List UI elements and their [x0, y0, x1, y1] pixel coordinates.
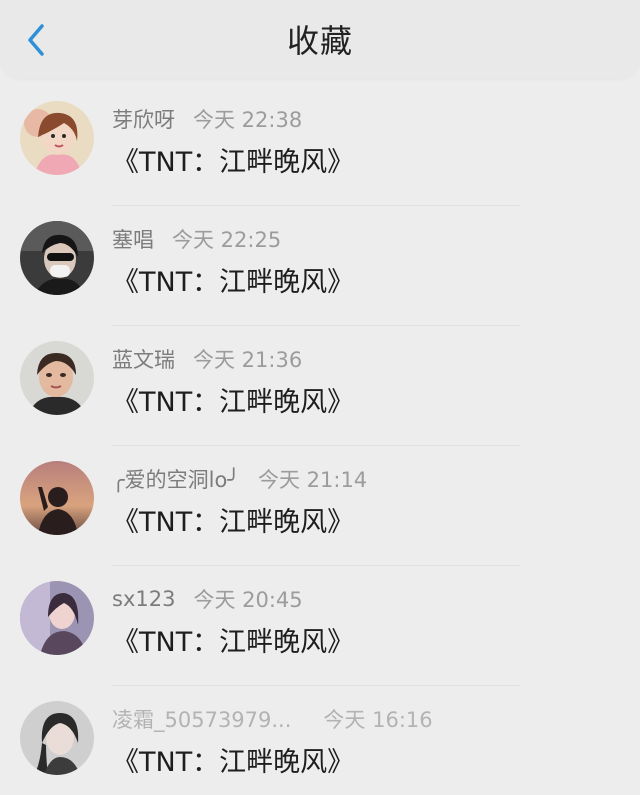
user-name[interactable]: 芽欣呀: [112, 104, 175, 134]
timestamp: 今天 22:38: [193, 108, 303, 132]
list-item[interactable]: 芽欣呀 今天 22:38 《TNT：江畔晚风》: [0, 86, 640, 206]
avatar[interactable]: [20, 341, 94, 415]
timestamp: 今天 21:36: [193, 348, 303, 372]
item-meta: ╭爱的空洞lo╯ 今天 21:14: [112, 464, 367, 494]
avatar[interactable]: [20, 461, 94, 535]
user-name[interactable]: ╭爱的空洞lo╯: [112, 464, 240, 494]
favorites-list: 芽欣呀 今天 22:38 《TNT：江畔晚风》 塞唱 今天 22:25 《TNT…: [0, 86, 640, 795]
list-item[interactable]: 塞唱 今天 22:25 《TNT：江畔晚风》: [0, 206, 640, 326]
timestamp: 今天 20:45: [193, 588, 303, 612]
item-meta: 蓝文瑞 今天 21:36: [112, 344, 302, 374]
page-title: 收藏: [286, 22, 353, 60]
favorite-title[interactable]: 《TNT：江畔晚风》: [112, 140, 354, 179]
user-avatar-illustration: [20, 101, 94, 175]
favorite-title[interactable]: 《TNT：江畔晚风》: [112, 380, 354, 419]
avatar[interactable]: [20, 101, 94, 175]
user-avatar-photo: [20, 581, 94, 655]
item-meta: 凌霜_50573979... 今天 16:16: [112, 704, 433, 734]
timestamp: 今天 21:14: [257, 468, 368, 492]
list-item[interactable]: sx123 今天 20:45 《TNT：江畔晚风》: [0, 566, 640, 686]
timestamp: 今天 16:16: [323, 708, 433, 732]
item-meta: 塞唱 今天 22:25: [112, 224, 281, 254]
avatar[interactable]: [20, 221, 94, 295]
user-name[interactable]: 凌霜_50573979...: [112, 704, 291, 734]
avatar[interactable]: [20, 581, 94, 655]
favorite-title[interactable]: 《TNT：江畔晚风》: [112, 260, 354, 299]
user-avatar-photo: [20, 221, 94, 295]
item-meta: 芽欣呀 今天 22:38: [112, 104, 302, 134]
user-avatar-photo: [20, 341, 94, 415]
user-avatar-silhouette: [20, 461, 94, 535]
item-meta: sx123 今天 20:45: [112, 584, 303, 614]
favorite-title[interactable]: 《TNT：江畔晚风》: [112, 620, 354, 659]
list-item[interactable]: 蓝文瑞 今天 21:36 《TNT：江畔晚风》: [0, 326, 640, 446]
favorite-title[interactable]: 《TNT：江畔晚风》: [112, 500, 354, 539]
avatar[interactable]: [20, 701, 94, 775]
top-bar: 收藏: [0, 0, 640, 78]
back-button[interactable]: [16, 20, 56, 60]
user-name[interactable]: sx123: [112, 587, 175, 611]
user-avatar-photo: [20, 701, 94, 775]
user-name[interactable]: 蓝文瑞: [112, 344, 175, 374]
user-name[interactable]: 塞唱: [112, 224, 154, 254]
favorite-title[interactable]: 《TNT：江畔晚风》: [112, 740, 354, 779]
timestamp: 今天 22:25: [172, 228, 282, 252]
list-item[interactable]: ╭爱的空洞lo╯ 今天 21:14 《TNT：江畔晚风》: [0, 446, 640, 566]
list-item[interactable]: 凌霜_50573979... 今天 16:16 《TNT：江畔晚风》: [0, 686, 640, 795]
chevron-left-icon: [28, 24, 44, 56]
